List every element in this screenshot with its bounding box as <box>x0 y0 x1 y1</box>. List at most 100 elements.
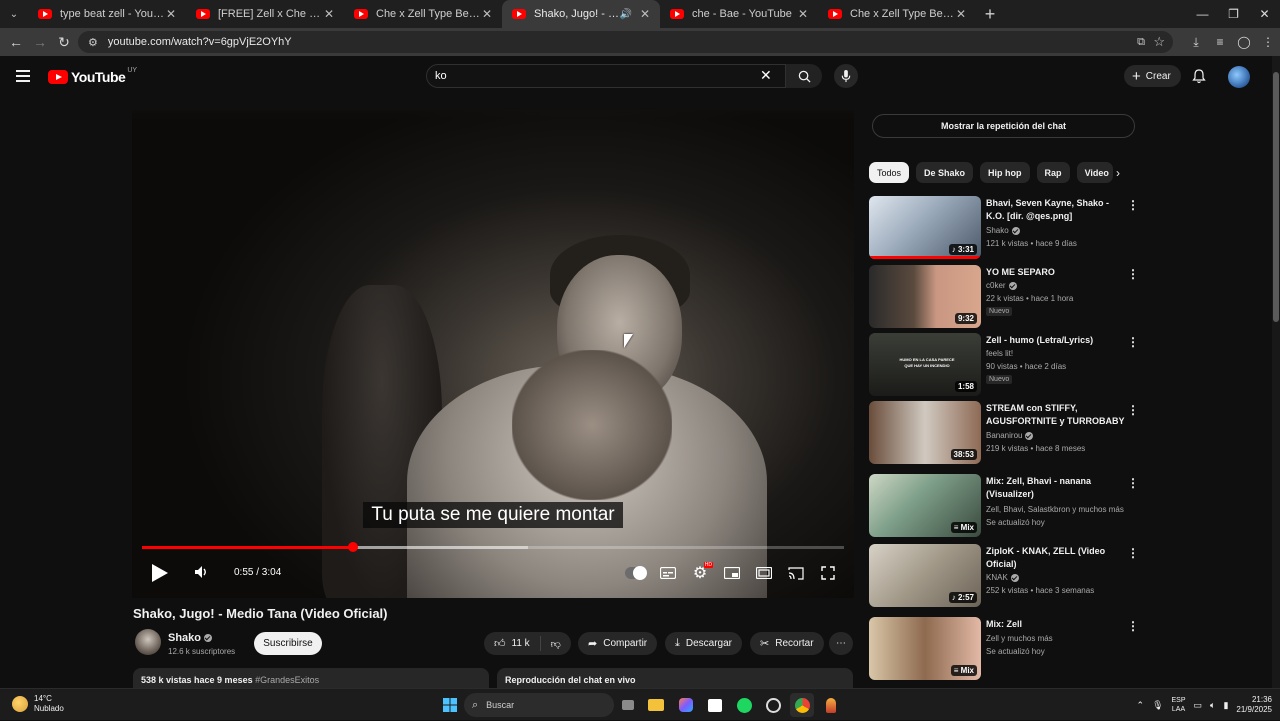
browser-tab[interactable]: Che x Zell Type Beat "Distrokid"✕ <box>344 0 502 28</box>
download-button[interactable]: ⤓ Descargar <box>665 632 743 655</box>
more-vertical-icon[interactable]: ⋮ <box>1127 619 1139 633</box>
more-vertical-icon[interactable]: ⋮ <box>1127 476 1139 490</box>
windows-start-icon[interactable] <box>438 693 462 717</box>
browser-tab[interactable]: [FREE] Zell x Che x Saramalacara Type Be… <box>186 0 344 28</box>
share-button[interactable]: ➦ Compartir <box>578 632 658 655</box>
settings-gear-icon[interactable]: ⚙ HD <box>684 562 716 584</box>
recommendation-item[interactable]: ≡ Mix Mix: Zell, Bhavi - nanana (Visuali… <box>869 474 1139 538</box>
miniplayer-icon[interactable] <box>716 562 748 584</box>
recommendation-channel[interactable]: KNAK <box>986 572 1019 584</box>
store-icon[interactable] <box>703 693 727 717</box>
play-icon[interactable] <box>152 564 168 582</box>
tab-close-icon[interactable]: ✕ <box>954 7 968 21</box>
chip-de-shako[interactable]: De Shako <box>916 162 974 183</box>
more-vertical-icon[interactable]: ⋮ <box>1127 546 1139 560</box>
theater-mode-icon[interactable] <box>748 562 780 584</box>
tab-close-icon[interactable]: ✕ <box>638 7 652 21</box>
more-vertical-icon[interactable]: ⋮ <box>1127 403 1139 417</box>
notifications-bell-icon[interactable] <box>1192 69 1206 89</box>
chrome-icon[interactable] <box>790 693 814 717</box>
file-explorer-icon[interactable] <box>644 693 668 717</box>
media-control-icon[interactable]: ≡ <box>1208 28 1232 56</box>
video-thumbnail[interactable]: ♪ 2:57 <box>869 544 981 607</box>
recommendation-item[interactable]: HUMO EN LA CASA PARECE QUE HAY UN INCEND… <box>869 333 1139 397</box>
search-input[interactable]: ko <box>426 64 786 88</box>
scrollbar-thumb[interactable] <box>1273 72 1279 322</box>
recommendation-item[interactable]: ♪ 3:31 Bhavi, Seven Kayne, Shako - K.O. … <box>869 196 1139 260</box>
new-tab-button[interactable]: + <box>976 4 1004 25</box>
recommendation-title[interactable]: ZiploK - KNAK, ZELL (Video Oficial) <box>986 545 1126 571</box>
more-vertical-icon[interactable]: ⋮ <box>1127 335 1139 349</box>
progress-bar[interactable] <box>142 542 844 552</box>
subtitles-icon[interactable] <box>652 562 684 584</box>
video-player[interactable]: Tu puta se me quiere montar 0:55 / 3:04 … <box>132 110 854 598</box>
tray-chevron-icon[interactable]: ⌃ <box>1137 700 1145 711</box>
recommendation-item[interactable]: 38:53 STREAM con STIFFY, AGUSFORTNITE y … <box>869 401 1139 465</box>
weather-widget[interactable]: 14°C Nublado <box>12 694 64 714</box>
address-bar[interactable]: ⚙ youtube.com/watch?v=6gpVjE2OYhY ⧉ ☆ <box>78 31 1173 53</box>
recommendation-channel[interactable]: c0ker <box>986 280 1017 292</box>
browser-tab[interactable]: che - Bae - YouTube ✕ <box>660 0 818 28</box>
recommendation-item[interactable]: 9:32 YO ME SEPARO c0ker 22 k vistas • ha… <box>869 265 1139 329</box>
minimize-icon[interactable]: — <box>1187 0 1218 28</box>
tab-close-icon[interactable]: ✕ <box>480 7 494 21</box>
task-view-icon[interactable] <box>616 693 640 717</box>
spotify-icon[interactable] <box>732 693 756 717</box>
recommendation-item[interactable]: ≡ Mix Mix: Zell Zell y muchos más Se act… <box>869 617 1139 681</box>
forward-icon[interactable]: → <box>28 28 52 56</box>
back-icon[interactable]: ← <box>4 28 28 56</box>
browser-menu-icon[interactable]: ⋮ <box>1256 28 1280 56</box>
voice-search-button[interactable] <box>834 64 858 88</box>
video-thumbnail[interactable]: 9:32 <box>869 265 981 328</box>
chip-video[interactable]: Video <box>1076 162 1113 183</box>
fullscreen-icon[interactable] <box>812 562 844 584</box>
speaker-icon[interactable]: 🔊 <box>620 9 632 20</box>
profile-icon[interactable]: ◯ <box>1232 28 1256 56</box>
site-info-icon[interactable]: ⚙ <box>88 36 98 49</box>
page-scrollbar[interactable] <box>1272 56 1280 688</box>
recommendation-title[interactable]: Bhavi, Seven Kayne, Shako - K.O. [dir. @… <box>986 197 1126 223</box>
recommendation-channel[interactable]: Bananirou <box>986 430 1034 442</box>
browser-tab[interactable]: Che x Zell Type Beat "Primera Vez"✕ <box>818 0 976 28</box>
chip-hip-hop[interactable]: Hip hop <box>980 162 1030 183</box>
recommendation-channel[interactable]: Zell, Bhavi, Salastkbron y muchos más <box>986 504 1124 516</box>
cast-icon[interactable] <box>780 562 812 584</box>
youtube-logo[interactable]: YouTube UY <box>48 67 137 85</box>
video-thumbnail[interactable]: ♪ 3:31 <box>869 196 981 259</box>
network-icon[interactable]: ▭ <box>1194 700 1203 711</box>
tab-search-icon[interactable]: ⌄ <box>0 0 28 28</box>
install-app-icon[interactable]: ⧉ <box>1137 36 1145 49</box>
create-button[interactable]: + Crear <box>1124 65 1181 87</box>
app-icon[interactable] <box>819 693 843 717</box>
tab-close-icon[interactable]: ✕ <box>164 7 178 21</box>
autoplay-toggle[interactable] <box>620 562 652 584</box>
battery-icon[interactable]: ▮ <box>1223 700 1228 711</box>
video-thumbnail[interactable]: ≡ Mix <box>869 474 981 537</box>
like-button[interactable]: 👍︎ 11 k <box>494 636 541 651</box>
recommendation-title[interactable]: Zell - humo (Letra/Lyrics) <box>986 334 1126 347</box>
tab-close-icon[interactable]: ✕ <box>322 7 336 21</box>
chips-next-icon[interactable]: › <box>1116 166 1120 180</box>
close-window-icon[interactable]: ✕ <box>1249 0 1280 28</box>
language-indicator[interactable]: ESP LAA <box>1172 696 1186 714</box>
tray-mic-icon[interactable]: 🎙︎ <box>1152 700 1163 711</box>
recommendation-item[interactable]: ♪ 2:57 ZiploK - KNAK, ZELL (Video Oficia… <box>869 544 1139 608</box>
description-hashtag[interactable]: #GrandesExitos <box>255 675 319 685</box>
video-thumbnail[interactable]: 38:53 <box>869 401 981 464</box>
guide-menu-icon[interactable] <box>16 70 30 82</box>
recommendation-title[interactable]: STREAM con STIFFY, AGUSFORTNITE y TURROB… <box>986 402 1126 428</box>
chip-todos[interactable]: Todos <box>869 162 910 183</box>
download-icon[interactable]: ⤓ <box>1184 28 1208 56</box>
recommendation-channel[interactable]: feels lit! <box>986 348 1013 360</box>
tab-close-icon[interactable]: ✕ <box>796 7 810 21</box>
channel-avatar[interactable] <box>135 629 161 655</box>
clip-button[interactable]: ✂ Recortar <box>750 632 824 655</box>
recommendation-channel[interactable]: Zell y muchos más <box>986 633 1053 645</box>
more-vertical-icon[interactable]: ⋮ <box>1127 198 1139 212</box>
video-thumbnail[interactable]: HUMO EN LA CASA PARECE QUE HAY UN INCEND… <box>869 333 981 396</box>
browser-tab-active[interactable]: Shako, Jugo! - Medio Tana🔊 ✕ <box>502 0 660 28</box>
taskbar-search[interactable]: ⌕ Buscar <box>464 693 614 717</box>
volume-tray-icon[interactable]: 🔈︎ <box>1210 700 1215 711</box>
volume-icon[interactable] <box>194 565 210 584</box>
bookmark-star-icon[interactable]: ☆ <box>1153 34 1165 50</box>
